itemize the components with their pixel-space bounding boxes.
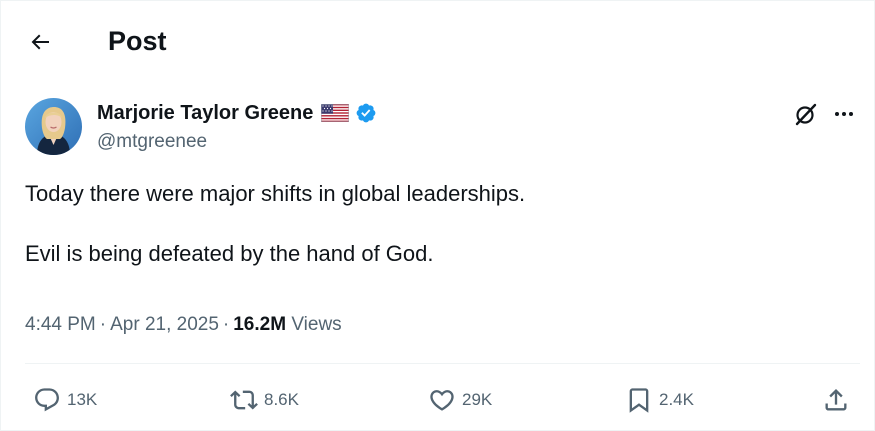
verified-badge-icon[interactable] [355, 102, 377, 124]
like-button[interactable]: 29K [428, 384, 492, 416]
author-name-row: Marjorie Taylor Greene [97, 100, 377, 126]
views-label: Views [291, 314, 342, 335]
share-button[interactable] [822, 384, 850, 416]
bookmark-count: 2.4K [659, 390, 694, 409]
meta-separator: · [99, 314, 107, 335]
repost-count: 8.6K [264, 390, 299, 409]
author-handle[interactable]: @mtgreenee [97, 130, 207, 154]
reply-count: 13K [67, 390, 98, 409]
grok-icon [795, 103, 817, 126]
tweet-date[interactable]: Apr 21, 2025 [110, 314, 219, 335]
page-title: Post [108, 26, 167, 56]
bookmark-button[interactable]: 2.4K [625, 384, 694, 416]
avatar-image [25, 98, 82, 155]
meta-separator: · [222, 314, 230, 335]
repost-icon [230, 390, 258, 410]
repost-button[interactable]: 8.6K [230, 384, 299, 416]
tweet-line-2: Evil is being defeated by the hand of Go… [25, 241, 434, 266]
heart-icon [430, 390, 454, 411]
tweet-time[interactable]: 4:44 PM [25, 314, 96, 335]
author-name[interactable]: Marjorie Taylor Greene [97, 100, 313, 126]
post-header: Post [0, 0, 875, 84]
tweet-meta: 4:44 PM · Apr 21, 2025 · 16.2M Views [25, 312, 342, 338]
share-icon [825, 389, 847, 411]
more-horizontal-icon [835, 112, 853, 116]
bookmark-icon [629, 388, 649, 413]
reply-button[interactable]: 13K [33, 384, 97, 416]
divider [25, 363, 860, 364]
tweet-line-1: Today there were major shifts in global … [25, 181, 526, 206]
reply-icon [35, 388, 59, 412]
like-count: 29K [462, 390, 493, 409]
more-options-button[interactable] [830, 100, 858, 128]
avatar[interactable] [25, 98, 82, 155]
arrow-left-icon [31, 34, 49, 50]
views-count: 16.2M [233, 314, 287, 335]
us-flag-icon [321, 104, 350, 122]
back-button[interactable] [20, 22, 60, 62]
grok-button[interactable] [792, 100, 820, 128]
tweet-text: Today there were major shifts in global … [25, 179, 845, 269]
